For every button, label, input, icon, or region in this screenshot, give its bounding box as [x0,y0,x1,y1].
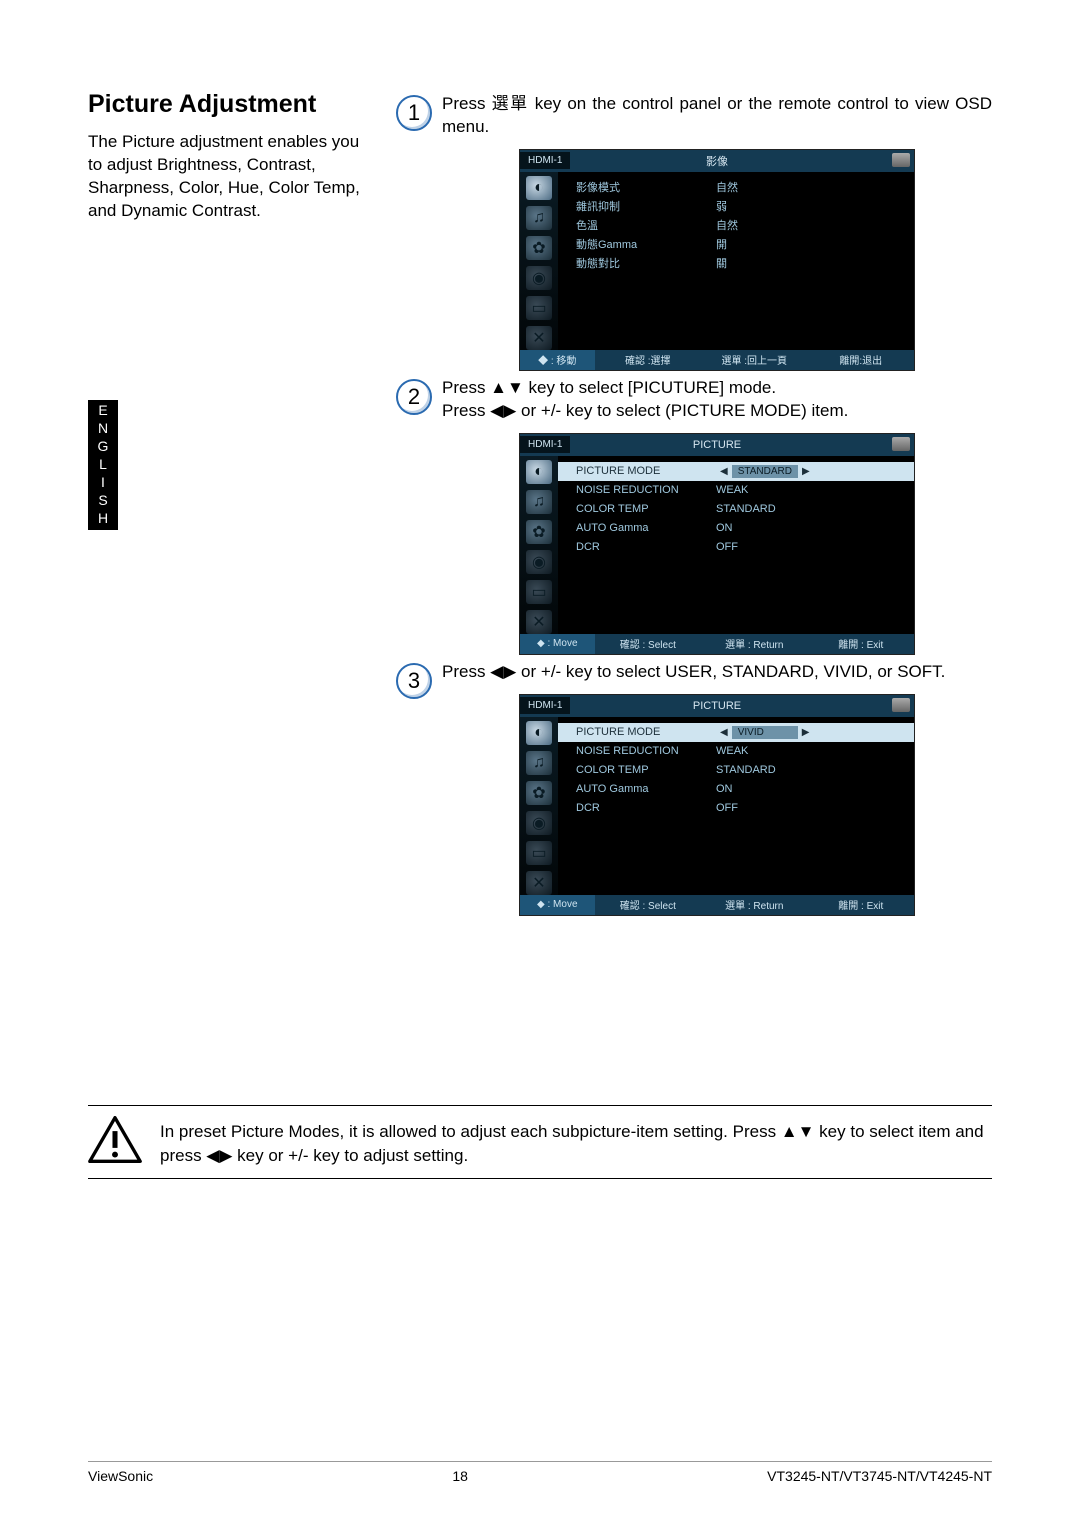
footer-page-number: 18 [452,1468,468,1484]
osd-source: HDMI-1 [520,436,570,453]
setup-icon: ◉ [526,811,552,835]
audio-icon: ♫ [526,206,552,230]
warning-box: In preset Picture Modes, it is allowed t… [88,1105,992,1179]
palette-icon: ✿ [526,781,552,805]
audio-icon: ♫ [526,490,552,514]
warning-text: In preset Picture Modes, it is allowed t… [160,1116,992,1168]
audio-icon: ♫ [526,751,552,775]
aspect-icon [892,437,910,451]
step-1-text: Press 選單 key on the control panel or the… [442,93,992,139]
step-number: 1 [396,95,432,131]
arrow-right-icon: ▶ [798,727,814,738]
footer-brand: ViewSonic [88,1468,153,1484]
warning-icon [88,1116,142,1168]
step-2: 2 Press ▲▼ key to select [PICUTURE] mode… [396,377,992,661]
step-number: 2 [396,379,432,415]
step-3: 3 Press ◀▶ or +/- key to select USER, ST… [396,661,992,922]
step-1: 1 Press 選單 key on the control panel or t… [396,93,992,377]
arrow-left-icon: ◀ [716,466,732,477]
picture-icon: ◐ [526,721,552,745]
step-number: 3 [396,663,432,699]
arrow-right-icon: ▶ [798,466,814,477]
page-footer: ViewSonic 18 VT3245-NT/VT3745-NT/VT4245-… [88,1468,992,1484]
footer-model: VT3245-NT/VT3745-NT/VT4245-NT [767,1468,992,1484]
tools-icon: ✕ [526,871,552,895]
osd-sidebar: ◐ ♫ ✿ ◉ ▭ ✕ [520,456,558,634]
osd-sidebar: ◐ ♫ ✿ ◉ ▭ ✕ [520,172,558,350]
osd-title: PICTURE [693,439,741,451]
osd-sidebar: ◐ ♫ ✿ ◉ ▭ ✕ [520,717,558,895]
osd-title: 影像 [706,153,728,169]
osd-row-highlight: PICTURE MODE ◀ VIVID ▶ [558,723,914,742]
picture-icon: ◐ [526,176,552,200]
step-2-text-1: Press ▲▼ key to select [PICUTURE] mode. [442,377,992,400]
palette-icon: ✿ [526,520,552,544]
osd-source: HDMI-1 [520,152,570,169]
tools-icon: ✕ [526,326,552,350]
osd-row-highlight: PICTURE MODE ◀ STANDARD ▶ [558,462,914,481]
picture-icon: ◐ [526,460,552,484]
display-icon: ▭ [526,296,552,320]
osd-source: HDMI-1 [520,697,570,714]
aspect-icon [892,698,910,712]
osd-screenshot-3: HDMI-1 PICTURE ◐ ♫ ✿ ◉ ▭ ✕ [519,694,915,916]
setup-icon: ◉ [526,266,552,290]
arrow-left-icon: ◀ [716,727,732,738]
osd-screenshot-2: HDMI-1 PICTURE ◐ ♫ ✿ ◉ ▭ ✕ [519,433,915,655]
language-tab-text: ENGLISH [95,402,111,528]
palette-icon: ✿ [526,236,552,260]
osd-title: PICTURE [693,700,741,712]
aspect-icon [892,153,910,167]
language-tab: ENGLISH [88,400,118,530]
section-intro: The Picture adjustment enables you to ad… [88,131,378,223]
step-3-text: Press ◀▶ or +/- key to select USER, STAN… [442,661,992,684]
tools-icon: ✕ [526,610,552,634]
setup-icon: ◉ [526,550,552,574]
step-2-text-2: Press ◀▶ or +/- key to select (PICTURE M… [442,400,992,423]
display-icon: ▭ [526,841,552,865]
osd-screenshot-1: HDMI-1 影像 ◐ ♫ ✿ ◉ ▭ ✕ [519,149,915,371]
display-icon: ▭ [526,580,552,604]
footer-divider [88,1461,992,1462]
